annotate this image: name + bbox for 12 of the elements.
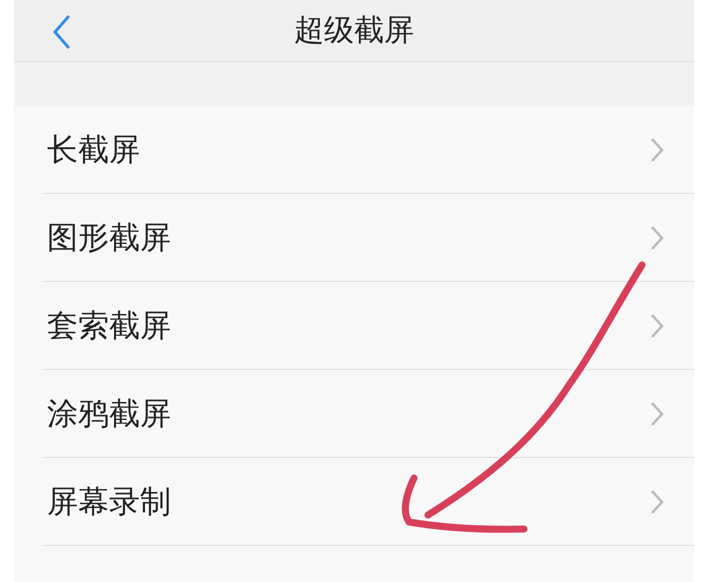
settings-row[interactable]: 屏幕录制 <box>44 458 694 546</box>
chevron-icon <box>650 136 664 162</box>
settings-row[interactable]: 涂鸦截屏 <box>44 370 694 458</box>
chevron-icon <box>650 312 664 338</box>
chevron-icon <box>650 488 664 514</box>
settings-row[interactable]: 长截屏 <box>44 106 694 194</box>
back-icon[interactable] <box>52 15 70 49</box>
settings-row[interactable]: 图形截屏 <box>44 194 694 282</box>
chevron-icon <box>650 224 664 250</box>
settings-row[interactable]: 套索截屏 <box>44 282 694 370</box>
chevron-icon <box>650 400 664 426</box>
screen-title: 超级截屏 <box>294 13 414 49</box>
